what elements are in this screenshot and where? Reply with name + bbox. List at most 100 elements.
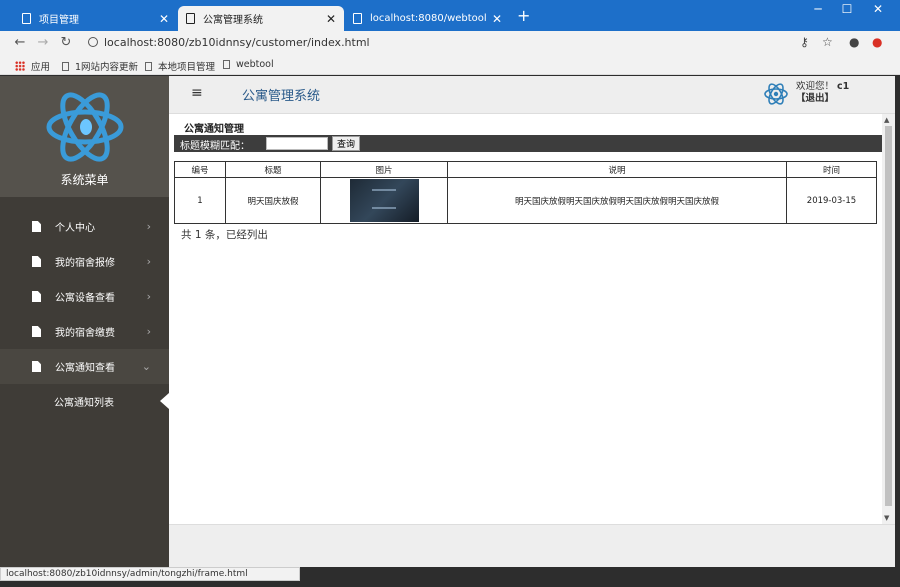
sidebar-subitem-notice-list[interactable]: 公寓通知列表 <box>0 384 169 418</box>
scroll-down-icon[interactable]: ▼ <box>884 514 889 522</box>
document-icon <box>145 61 152 71</box>
document-icon <box>32 361 41 372</box>
sidebar-item-label: 公寓设备查看 <box>55 293 115 304</box>
tab-label: 项目管理 <box>39 15 79 26</box>
bottom-strip <box>300 567 900 587</box>
reload-icon[interactable]: ↻ <box>58 35 74 50</box>
close-icon[interactable]: ✕ <box>492 12 502 26</box>
sidebar-item-notices[interactable]: 公寓通知查看 ⌄ <box>0 349 169 384</box>
hamburger-menu-icon[interactable]: ≡ <box>191 85 203 101</box>
scroll-up-icon[interactable]: ▲ <box>884 116 889 124</box>
sidebar-item-dorm-payment[interactable]: 我的宿舍缴费 › <box>0 314 169 349</box>
column-header-image: 图片 <box>320 161 448 178</box>
column-header-id: 编号 <box>174 161 226 178</box>
document-icon <box>22 13 31 24</box>
table-row[interactable]: 1 明天国庆放假 明天国庆放假明天国庆放假明天国庆放假明天国庆放假 2019-0… <box>174 177 877 224</box>
bookmark-label: 本地项目管理 <box>158 62 216 73</box>
sidebar-item-personal-center[interactable]: 个人中心 › <box>0 209 169 244</box>
close-icon[interactable]: ✕ <box>159 12 169 26</box>
sidebar-header: 系统菜单 <box>0 76 169 197</box>
right-edge <box>895 76 900 567</box>
app-window: 系统菜单 个人中心 › 我的宿舍报修 › 公寓设备查看 › 我的宿舍缴费 › 公… <box>0 76 895 567</box>
url-field[interactable]: localhost:8080/zb10idnnsy/customer/index… <box>88 36 370 49</box>
document-icon <box>32 326 41 337</box>
window-close-icon[interactable]: ✕ <box>864 2 892 16</box>
atom-logo-icon <box>46 92 124 162</box>
browser-tab-bar: 项目管理 ✕ 公寓管理系统 ✕ localhost:8080/webtool/a… <box>0 0 900 31</box>
main-content: 公寓通知管理 标题模糊匹配： 查询 编号 标题 图片 说明 时间 1 明天国庆放… <box>169 114 882 524</box>
chevron-down-icon: ⌄ <box>141 360 151 373</box>
column-header-description: 说明 <box>447 161 787 178</box>
username: c1 <box>837 81 850 92</box>
cell-id: 1 <box>174 177 226 224</box>
bookmarks-bar: 应用 1网站内容更新 本地项目管理 webtool <box>0 55 900 75</box>
bookmark-label: 1网站内容更新 <box>75 62 139 73</box>
section-title: 公寓通知管理 <box>184 124 244 135</box>
close-icon[interactable]: ✕ <box>326 12 336 26</box>
sidebar-item-label: 我的宿舍缴费 <box>55 328 115 339</box>
search-bar: 标题模糊匹配： 查询 <box>174 135 882 152</box>
bookmark-site-update[interactable]: 1网站内容更新 <box>62 59 138 73</box>
chevron-right-icon: › <box>146 255 151 268</box>
sidebar-subitem-label: 公寓通知列表 <box>54 397 114 409</box>
cell-description: 明天国庆放假明天国庆放假明天国庆放假明天国庆放假 <box>447 177 787 224</box>
account-icon[interactable]: ● <box>849 35 859 49</box>
cell-title: 明天国庆放假 <box>225 177 321 224</box>
search-button[interactable]: 查询 <box>332 136 361 151</box>
key-icon[interactable]: ⚷ <box>800 35 809 49</box>
new-tab-button[interactable]: + <box>517 8 530 24</box>
browser-tab-project[interactable]: 项目管理 ✕ <box>14 6 177 31</box>
bookmark-label: webtool <box>236 59 274 70</box>
vertical-scrollbar[interactable]: ▲ ▼ <box>882 114 895 524</box>
user-atom-icon <box>764 83 788 105</box>
sidebar-item-label: 公寓通知查看 <box>55 363 115 374</box>
bookmark-webtool[interactable]: webtool <box>223 59 274 70</box>
column-header-title: 标题 <box>225 161 321 178</box>
bookmark-local-projects[interactable]: 本地项目管理 <box>145 59 215 73</box>
search-label: 标题模糊匹配： <box>180 141 250 152</box>
minimize-icon[interactable]: ─ <box>804 2 832 16</box>
link-status-bar: localhost:8080/zb10idnnsy/admin/tongzhi/… <box>0 567 300 581</box>
document-icon <box>353 13 362 24</box>
active-indicator <box>160 393 169 409</box>
document-icon <box>223 60 230 69</box>
bookmark-label: 应用 <box>31 62 51 73</box>
scroll-thumb[interactable] <box>885 126 892 506</box>
back-arrow-icon[interactable]: ← <box>12 35 28 50</box>
content-footer <box>169 524 895 567</box>
table-header-row: 编号 标题 图片 说明 时间 <box>174 161 877 178</box>
welcome-block: 欢迎您！ c1 【退出】 <box>796 81 849 105</box>
top-header: ≡ 公寓管理系统 欢迎您！ c1 【退出】 <box>169 76 895 114</box>
chevron-right-icon: › <box>146 325 151 338</box>
apps-grid-icon <box>15 61 25 71</box>
sidebar: 系统菜单 个人中心 › 我的宿舍报修 › 公寓设备查看 › 我的宿舍缴费 › 公… <box>0 76 169 567</box>
address-bar: ← → ↻ localhost:8080/zb10idnnsy/customer… <box>0 31 900 55</box>
cell-image <box>320 177 448 224</box>
info-icon[interactable] <box>88 37 98 47</box>
star-icon[interactable]: ☆ <box>822 35 833 49</box>
tab-label: localhost:8080/webtool/all/ind <box>370 13 486 24</box>
sidebar-title: 系统菜单 <box>60 173 109 187</box>
document-icon <box>186 13 195 24</box>
record-count: 共 1 条，已经列出 <box>181 229 268 241</box>
notice-table: 编号 标题 图片 说明 时间 1 明天国庆放假 明天国庆放假明天国庆放假明天国庆… <box>174 161 877 224</box>
browser-tab-apartment[interactable]: 公寓管理系统 ✕ <box>178 6 344 31</box>
forward-arrow-icon[interactable]: → <box>35 35 51 50</box>
sidebar-item-dorm-repair[interactable]: 我的宿舍报修 › <box>0 244 169 279</box>
url-text: localhost:8080/zb10idnnsy/customer/index… <box>104 36 370 49</box>
document-icon <box>62 61 69 71</box>
cell-time: 2019-03-15 <box>786 177 877 224</box>
logout-link[interactable]: 【退出】 <box>796 93 834 104</box>
notice-thumbnail-image[interactable] <box>349 179 419 222</box>
bookmark-apps[interactable]: 应用 <box>15 59 50 73</box>
title-search-input[interactable] <box>266 137 328 150</box>
sidebar-menu: 个人中心 › 我的宿舍报修 › 公寓设备查看 › 我的宿舍缴费 › 公寓通知查看 <box>0 209 169 418</box>
update-icon[interactable]: ● <box>872 35 882 49</box>
browser-tab-webtool[interactable]: localhost:8080/webtool/all/ind ✕ <box>345 6 510 31</box>
document-icon <box>32 256 41 267</box>
sidebar-item-label: 我的宿舍报修 <box>55 258 115 269</box>
tab-label: 公寓管理系统 <box>203 15 263 26</box>
sidebar-item-equipment[interactable]: 公寓设备查看 › <box>0 279 169 314</box>
chevron-right-icon: › <box>146 290 151 303</box>
maximize-icon[interactable]: ☐ <box>833 2 861 16</box>
